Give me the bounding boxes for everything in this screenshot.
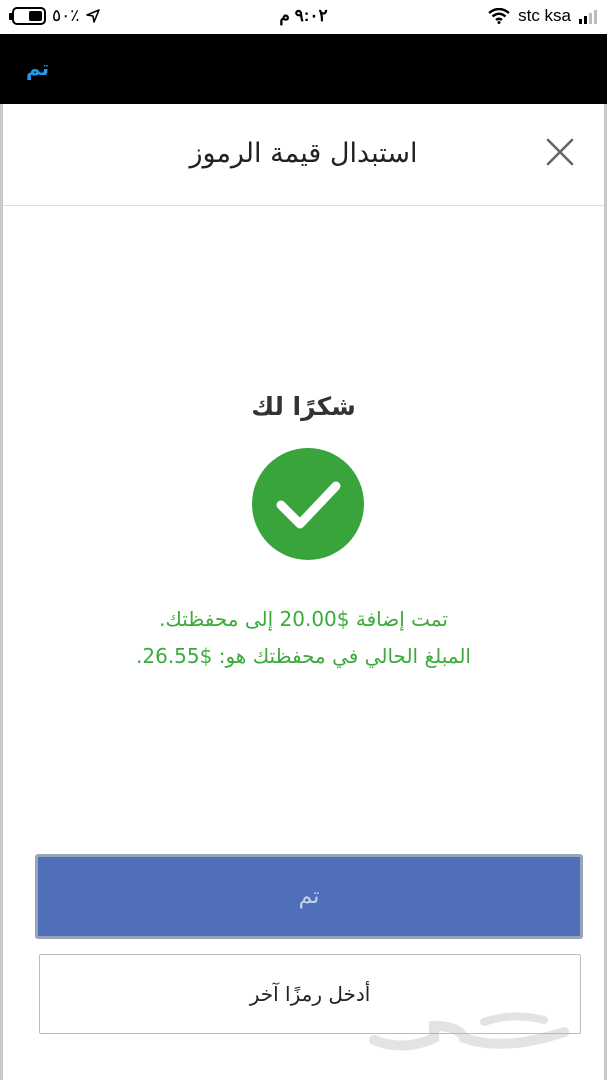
close-icon[interactable] <box>544 136 576 168</box>
check-circle-icon <box>252 448 364 560</box>
signal-icon <box>579 8 597 24</box>
modal-header: استبدال قيمة الرموز <box>3 104 604 206</box>
done-link[interactable]: تم <box>26 56 49 80</box>
success-message-amount: تمت إضافة $20.00 إلى محفظتك. <box>159 607 448 631</box>
status-right: stc ksa <box>488 6 597 26</box>
thank-you-heading: شكرًا لك <box>251 392 356 421</box>
watermark-logo <box>369 1012 569 1051</box>
status-bar: ٥٠٪ ٩:٠٢ م stc ksa <box>0 0 607 34</box>
success-message-balance: المبلغ الحالي في محفظتك هو: $26.55. <box>136 644 471 668</box>
redeem-modal: استبدال قيمة الرموز شكرًا لك تمت إضافة $… <box>0 104 607 1080</box>
modal-title: استبدال قيمة الرموز <box>189 138 418 169</box>
wifi-icon <box>488 8 510 24</box>
carrier-name: stc ksa <box>518 6 571 25</box>
done-button[interactable]: تم <box>35 854 583 939</box>
top-navigation: تم <box>0 34 607 104</box>
